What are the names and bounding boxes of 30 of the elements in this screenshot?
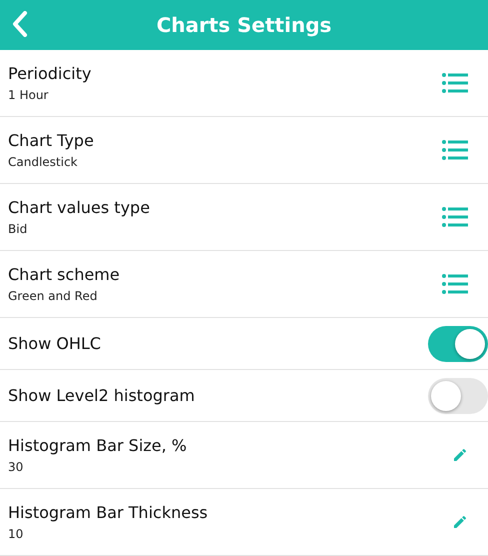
setting-label: Histogram Bar Thickness — [8, 503, 209, 522]
setting-label: Chart values type — [8, 198, 151, 217]
toggle-switch[interactable] — [428, 326, 488, 362]
options-button[interactable] — [442, 273, 468, 295]
options-button[interactable] — [442, 72, 468, 94]
setting-value: 30 — [8, 460, 24, 474]
toggle-switch[interactable] — [428, 378, 488, 414]
setting-value: 10 — [8, 527, 24, 541]
setting-value: Green and Red — [8, 289, 98, 303]
pencil-icon — [452, 447, 468, 463]
setting-label: Chart scheme — [8, 265, 121, 284]
setting-value: 1 Hour — [8, 88, 50, 102]
setting-label: Chart Type — [8, 131, 95, 150]
setting-value: Candlestick — [8, 155, 79, 169]
edit-button[interactable] — [452, 447, 468, 463]
options-button[interactable] — [442, 206, 468, 228]
setting-label: Histogram Bar Size, % — [8, 436, 188, 455]
setting-label: Show Level2 histogram — [8, 386, 196, 405]
setting-value: Bid — [8, 222, 28, 236]
pencil-icon — [452, 514, 468, 530]
list-icon — [442, 72, 468, 94]
back-icon — [12, 11, 28, 37]
list-icon — [442, 206, 468, 228]
edit-button[interactable] — [452, 514, 468, 530]
setting-label: Periodicity — [8, 64, 92, 83]
list-icon — [442, 139, 468, 161]
options-button[interactable] — [442, 139, 468, 161]
list-icon — [442, 273, 468, 295]
screen-title: Charts Settings — [156, 13, 332, 37]
setting-label: Show OHLC — [8, 334, 102, 353]
